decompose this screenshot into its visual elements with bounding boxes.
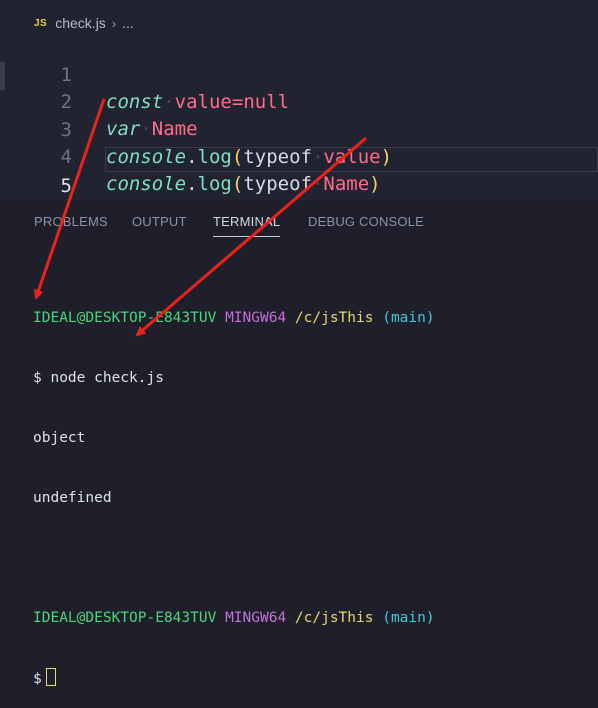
js-file-icon: JS <box>34 17 48 29</box>
tab-output[interactable]: OUTPUT <box>132 214 187 229</box>
line-number: 5 <box>60 175 72 197</box>
tab-problems[interactable]: PROBLEMS <box>34 214 108 229</box>
terminal-input-line[interactable]: $ <box>33 668 593 688</box>
code-token: ( <box>231 173 244 195</box>
code-line-4[interactable]: 4 console.log(typeof·Name) <box>0 117 598 195</box>
panel-tab-bar: PROBLEMS OUTPUT TERMINAL DEBUG CONSOLE <box>0 200 598 245</box>
breadcrumb-more[interactable]: ... <box>122 15 134 31</box>
terminal-user: IDEAL@DESKTOP-E843TUV <box>33 310 217 326</box>
code-line-2[interactable]: 2 var·Name <box>0 62 598 140</box>
chevron-right-icon: › <box>111 15 117 31</box>
code-token: . <box>186 173 198 195</box>
terminal-env: MINGW64 <box>225 610 287 626</box>
breadcrumb: JS check.js › ... <box>34 13 134 33</box>
terminal-prompt-symbol: $ <box>33 370 42 386</box>
code-token: Name <box>323 173 370 195</box>
terminal[interactable]: IDEAL@DESKTOP-E843TUV MINGW64 /c/jsThis … <box>33 268 593 708</box>
terminal-path: /c/jsThis <box>294 310 374 326</box>
terminal-cursor-icon <box>45 668 56 686</box>
code-editor[interactable]: JS check.js › ... 1 const·value=null 2 v… <box>0 0 598 200</box>
terminal-command-line: $ node check.js <box>33 368 593 388</box>
terminal-user: IDEAL@DESKTOP-E843TUV <box>33 610 217 626</box>
code-line-3[interactable]: 3 console.log(typeof·value) <box>0 90 598 168</box>
terminal-output-line: object <box>33 430 86 446</box>
code-token: typeof <box>243 173 312 195</box>
terminal-output-line: undefined <box>33 490 112 506</box>
terminal-branch: (main) <box>382 310 435 326</box>
code-token: ) <box>369 173 381 195</box>
breadcrumb-file[interactable]: check.js <box>55 15 106 31</box>
code-token: log <box>197 173 232 195</box>
terminal-command: node check.js <box>50 370 164 386</box>
tab-terminal[interactable]: TERMINAL <box>213 214 281 237</box>
terminal-env: MINGW64 <box>225 310 287 326</box>
terminal-prompt-line: IDEAL@DESKTOP-E843TUV MINGW64 /c/jsThis … <box>33 308 593 328</box>
terminal-prompt-line: IDEAL@DESKTOP-E843TUV MINGW64 /c/jsThis … <box>33 608 593 628</box>
tab-debug-console[interactable]: DEBUG CONSOLE <box>308 214 424 229</box>
terminal-path: /c/jsThis <box>294 610 374 626</box>
code-line-5[interactable]: 5 <box>0 146 598 197</box>
code-token: console <box>106 173 187 195</box>
terminal-prompt-symbol: $ <box>33 671 42 687</box>
code-line-1[interactable]: 1 const·value=null <box>0 35 598 113</box>
terminal-branch: (main) <box>382 610 435 626</box>
